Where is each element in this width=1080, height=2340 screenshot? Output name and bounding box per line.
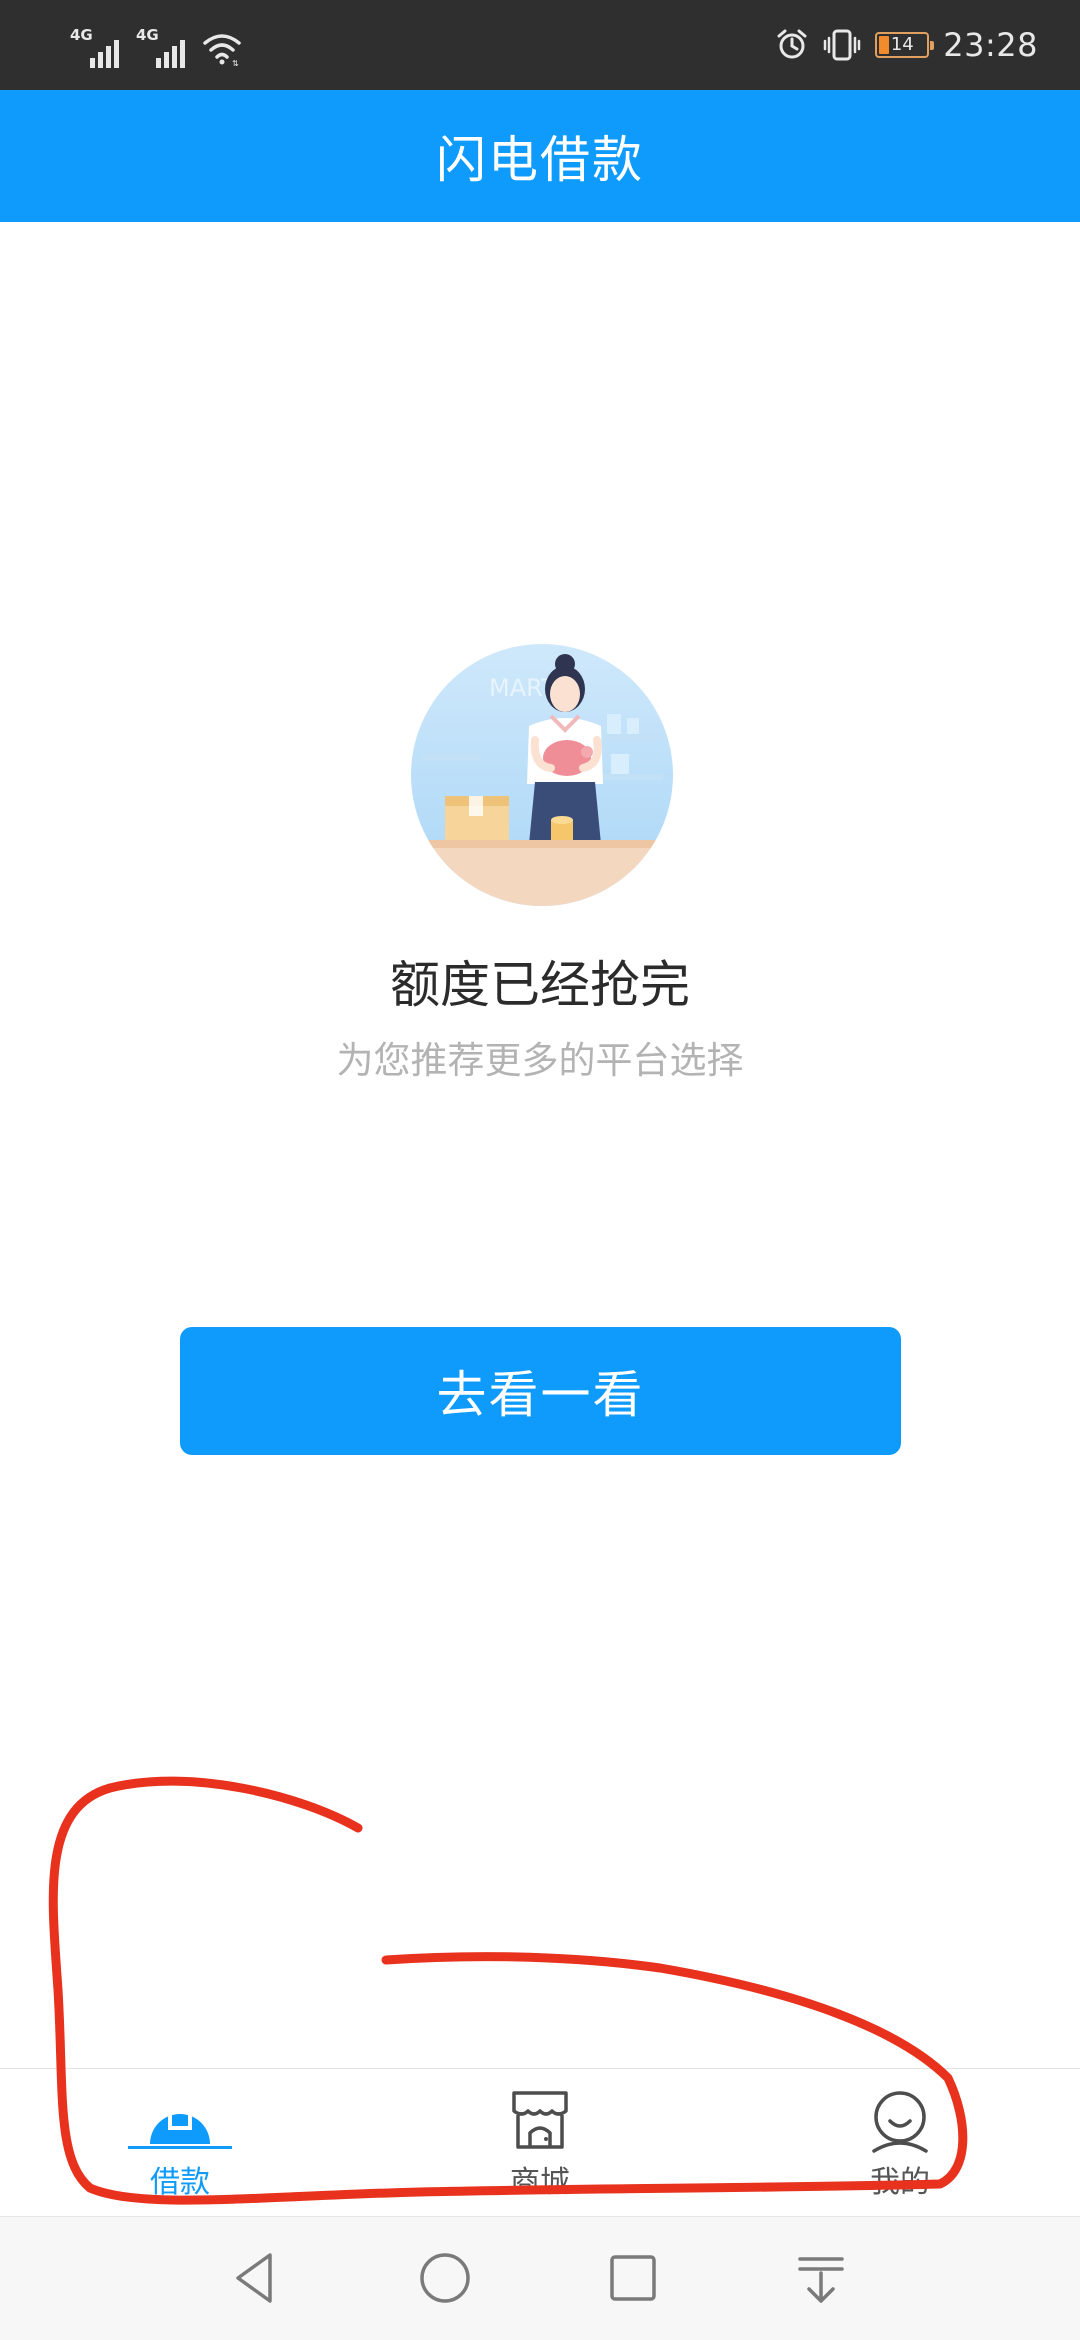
annotation-scribble — [48, 1776, 968, 2205]
status-right: 14 23:28 — [775, 22, 1038, 68]
system-nav-bar — [0, 2216, 1080, 2340]
svg-text:⇅: ⇅ — [232, 59, 239, 68]
notification-pull-icon[interactable] — [788, 2245, 854, 2311]
battery-level: 14 — [890, 34, 914, 55]
clock: 23:28 — [943, 26, 1038, 64]
shopkeeper-illustration: MART — [411, 644, 673, 906]
nav-label-profile: 我的 — [870, 2165, 930, 2200]
app-header: 闪电借款 — [0, 90, 1080, 222]
home-icon[interactable] — [412, 2245, 478, 2311]
store-icon — [512, 2091, 568, 2149]
loan-icon — [150, 2110, 210, 2144]
recents-icon[interactable] — [600, 2245, 666, 2311]
status-left: 4G 4G ⇅ — [70, 24, 242, 68]
signal-icon: 4G — [136, 28, 190, 68]
nav-item-profile[interactable]: 我的 — [800, 2069, 1000, 2217]
nav-item-loan[interactable]: 借款 — [80, 2069, 280, 2217]
active-tab-indicator — [128, 2146, 232, 2149]
empty-state-title: 额度已经抢完 — [390, 956, 690, 1014]
vibrate-icon — [824, 29, 861, 61]
page-title: 闪电借款 — [436, 131, 644, 189]
nav-label-loan: 借款 — [150, 2165, 210, 2200]
profile-icon — [872, 2091, 928, 2153]
battery-icon: 14 — [875, 32, 935, 58]
signal-icon: 4G — [70, 28, 124, 68]
nav-item-store[interactable]: 商城 — [440, 2069, 640, 2217]
go-see-button[interactable]: 去看一看 — [180, 1327, 901, 1455]
bottom-nav: 借款 商城 我的 — [0, 2068, 1080, 2216]
back-icon[interactable] — [224, 2245, 290, 2311]
wifi-icon: ⇅ — [203, 34, 241, 68]
alarm-icon — [777, 29, 807, 59]
nav-label-store: 商城 — [510, 2165, 570, 2200]
status-bar: 4G 4G ⇅ 14 23:28 — [0, 0, 1080, 90]
empty-state-subtitle: 为您推荐更多的平台选择 — [336, 1039, 744, 1082]
